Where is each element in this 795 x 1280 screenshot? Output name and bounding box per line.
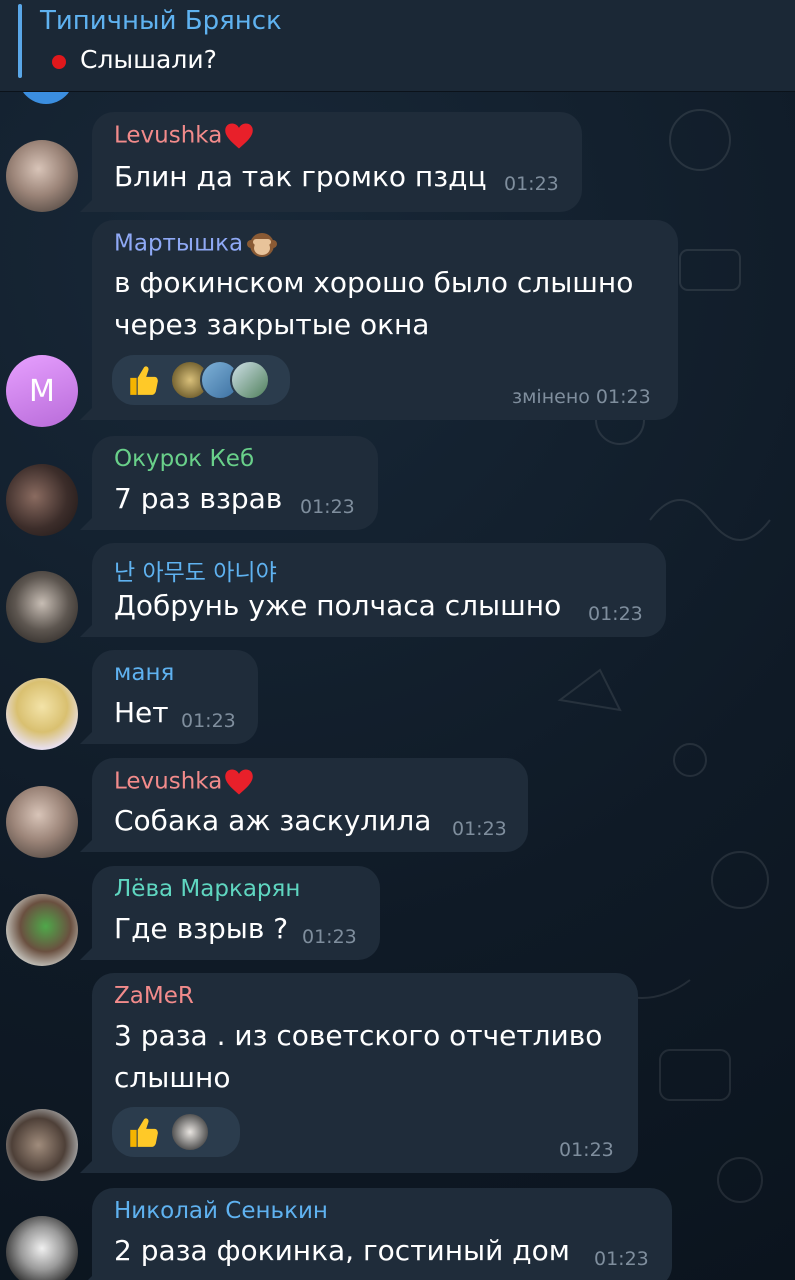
avatar[interactable]: [230, 360, 270, 400]
sender-name[interactable]: Levushka: [114, 122, 254, 150]
pinned-indicator: [18, 4, 22, 78]
red-circle-icon: [52, 55, 66, 69]
avatar[interactable]: [6, 140, 78, 212]
message-bubble[interactable]: Лёва Маркарян Где взрыв ? 01:23: [80, 866, 380, 960]
thumbs-up-icon: [130, 1118, 158, 1147]
message-item: 난 아무도 아니야 Добрунь уже полчаса слышно 01:…: [0, 543, 795, 643]
message-text: через закрытые окна: [114, 308, 430, 341]
message-bubble[interactable]: Николай Сенькин 2 раза фокинка, гостиный…: [80, 1188, 672, 1280]
message-text: слышно: [114, 1061, 231, 1094]
sender-name[interactable]: Мартышка: [114, 230, 278, 258]
pinned-message-text: Слышали?: [80, 45, 217, 74]
avatar[interactable]: [6, 464, 78, 536]
avatar[interactable]: [6, 786, 78, 858]
message-time: 01:23: [588, 603, 643, 625]
message-time: 01:23: [594, 1248, 649, 1270]
sender-name[interactable]: Николай Сенькин: [114, 1198, 328, 1224]
avatar[interactable]: [6, 894, 78, 966]
avatar[interactable]: [170, 1112, 210, 1152]
sender-name[interactable]: 난 아무도 아니야: [114, 553, 277, 587]
message-bubble[interactable]: ZaMeR 3 раза . из советского отчетливо с…: [80, 973, 638, 1173]
avatar[interactable]: [6, 1109, 78, 1181]
message-text: 3 раза . из советского отчетливо: [114, 1019, 603, 1052]
sender-name[interactable]: Лёва Маркарян: [114, 876, 300, 902]
message-bubble[interactable]: Мартышка в фокинском хорошо было слышно …: [80, 220, 678, 420]
message-text: Нет: [114, 696, 169, 729]
message-item: маня Нет 01:23: [0, 650, 795, 750]
avatar[interactable]: [6, 1216, 78, 1280]
message-text: Где взрыв ?: [114, 912, 289, 945]
message-item: Окурок Кеб 7 раз взрав 01:23: [0, 436, 795, 536]
sender-name[interactable]: Окурок Кеб: [114, 446, 254, 472]
monkey-icon: [247, 230, 278, 258]
message-bubble[interactable]: маня Нет 01:23: [80, 650, 258, 744]
message-time: 01:23: [302, 926, 357, 948]
pinned-message-bar[interactable]: Типичный Брянск Слышали?: [0, 0, 795, 92]
message-time: змінено 01:23: [512, 386, 651, 408]
message-item: Levushka Собака аж заскулила 01:23: [0, 758, 795, 858]
reaction-thumbs-up[interactable]: [112, 1107, 240, 1157]
avatar[interactable]: [6, 678, 78, 750]
message-item: М Мартышка в фокинском хорошо было слышн…: [0, 220, 795, 427]
message-text: 2 раза фокинка, гостиный дом: [114, 1234, 570, 1267]
message-bubble[interactable]: 난 아무도 아니야 Добрунь уже полчаса слышно 01:…: [80, 543, 666, 637]
message-time: 01:23: [559, 1139, 614, 1161]
thumbs-up-icon: [130, 366, 158, 395]
message-bubble[interactable]: Окурок Кеб 7 раз взрав 01:23: [80, 436, 378, 530]
sender-name[interactable]: маня: [114, 660, 174, 686]
message-time: 01:23: [504, 173, 559, 195]
sender-name[interactable]: Levushka: [114, 768, 254, 796]
message-time: 01:23: [300, 496, 355, 518]
message-item: ZaMeR 3 раза . из советского отчетливо с…: [0, 973, 795, 1181]
message-time: 01:23: [181, 710, 236, 732]
message-text: 7 раз взрав: [114, 482, 283, 515]
message-item: Levushka Блин да так громко пздц 01:23: [0, 112, 795, 212]
message-item: Лёва Маркарян Где взрыв ? 01:23: [0, 866, 795, 966]
message-time: 01:23: [452, 818, 507, 840]
avatar[interactable]: [6, 571, 78, 643]
heart-icon: [225, 123, 254, 149]
message-text: Добрунь уже полчаса слышно: [114, 589, 562, 622]
pinned-chat-title: Типичный Брянск: [40, 6, 282, 36]
heart-icon: [225, 769, 254, 795]
message-text: Собака аж заскулила: [114, 804, 432, 837]
message-bubble[interactable]: Levushka Блин да так громко пздц 01:23: [80, 112, 582, 212]
message-text: Блин да так громко пздц: [114, 160, 487, 193]
reaction-thumbs-up[interactable]: [112, 355, 290, 405]
sender-name[interactable]: ZaMeR: [114, 983, 194, 1009]
message-text: в фокинском хорошо было слышно: [114, 266, 634, 299]
message-item: Николай Сенькин 2 раза фокинка, гостиный…: [0, 1188, 795, 1280]
message-bubble[interactable]: Levushka Собака аж заскулила 01:23: [80, 758, 528, 852]
avatar[interactable]: М: [6, 355, 78, 427]
